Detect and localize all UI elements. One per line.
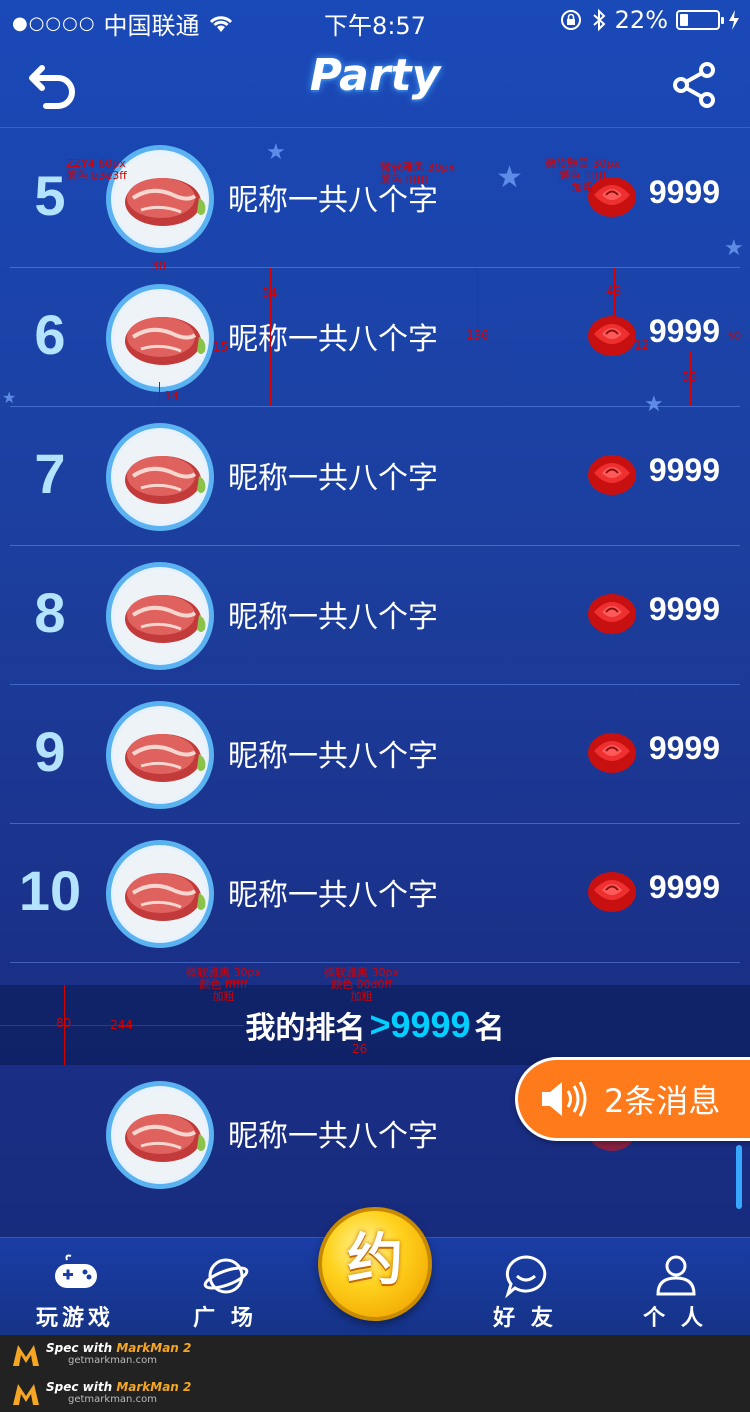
dim-26: 26	[352, 1042, 368, 1056]
annotation-myvalue-font: 微软雅黑 30px 颜色 00d0ff 加粗	[324, 966, 399, 1003]
steak-icon	[125, 317, 206, 365]
person-icon	[656, 1255, 696, 1296]
avatar[interactable]	[106, 840, 214, 948]
avatar[interactable]	[106, 562, 214, 670]
battery-icon	[676, 10, 724, 30]
ranking-row[interactable]: 9 昵称一共八个字 9999	[0, 685, 750, 824]
steak-icon	[125, 734, 206, 782]
dim-30: 30	[151, 259, 167, 273]
messages-button[interactable]: 2条消息	[515, 1057, 750, 1141]
score: 9999	[648, 174, 720, 210]
ranking-row[interactable]: 10 昵称一共八个字 9999	[0, 824, 750, 963]
dim-14: 14	[164, 389, 180, 403]
avatar[interactable]	[106, 701, 214, 809]
gamepad-icon	[55, 1254, 97, 1288]
ranking-row[interactable]: 7 昵称一共八个字 9999	[0, 407, 750, 546]
tab-label: 好 友	[493, 1306, 557, 1331]
nav-bar: Party	[0, 40, 750, 128]
my-rank-value: >9999	[369, 1004, 471, 1045]
my-nickname: 昵称一共八个字	[228, 1119, 438, 1154]
date-center-button[interactable]: 约	[318, 1207, 432, 1321]
rotation-lock-icon	[560, 10, 581, 30]
speaker-icon	[542, 1081, 587, 1117]
rank-number: 7	[34, 442, 66, 505]
battery-fill	[680, 14, 688, 26]
annotation-rank-font: ZZY4 60px 颜色 b3e3ff	[66, 157, 127, 182]
ranking-row[interactable]: 5 昵称一共八个字 9999	[0, 129, 750, 268]
dim-30b: 30	[726, 329, 742, 343]
tab-play-games[interactable]: 玩游戏	[15, 1238, 135, 1335]
rank-number: 9	[34, 720, 66, 783]
rose-icon	[588, 455, 636, 495]
rank-number: 6	[34, 303, 66, 366]
annotation-nick-font: 微软雅黑 30px 颜色 ffffff	[380, 161, 455, 186]
markman-logo-icon	[13, 1384, 39, 1405]
score: 9999	[648, 452, 720, 488]
dim-12: 12	[634, 338, 650, 352]
tab-label: 广 场	[193, 1306, 257, 1331]
markman-footer: Spec with MarkMan 2 getmarkman.com Spec …	[0, 1335, 750, 1412]
avatar[interactable]	[106, 423, 214, 531]
tab-label: 玩游戏	[35, 1306, 114, 1331]
avatar[interactable]	[106, 284, 214, 392]
page-title: Party	[309, 50, 441, 101]
score: 9999	[648, 869, 720, 905]
row-divider	[10, 962, 740, 963]
rose-icon	[588, 872, 636, 912]
ranking-row[interactable]: 8 昵称一共八个字 9999	[0, 546, 750, 685]
markman-logo-icon	[13, 1345, 39, 1366]
steak-icon	[125, 1114, 206, 1162]
score: 9999	[648, 730, 720, 766]
rose-icon	[588, 594, 636, 634]
rose-icon	[588, 316, 636, 356]
steak-icon	[125, 178, 206, 226]
rank-number: 10	[18, 859, 82, 922]
dim-136: 136	[466, 328, 489, 342]
app-screen: ★ ★ ★ ★ ★ ●○○○○ 中国联通 下午8:57 22% Party 5 …	[0, 0, 750, 1335]
nickname: 昵称一共八个字	[228, 322, 438, 357]
markman-badge: Spec with MarkMan 2 getmarkman.com	[12, 1337, 212, 1373]
dim-48: 48	[606, 284, 622, 298]
dim-244: 244	[110, 1018, 133, 1032]
steak-icon	[125, 456, 206, 504]
charging-icon	[729, 10, 739, 30]
nickname: 昵称一共八个字	[228, 878, 438, 913]
nickname: 昵称一共八个字	[228, 461, 438, 496]
annotation-myrank-font: 微软雅黑 30px 颜色 ffffff 加粗	[186, 966, 261, 1003]
dim-54: 54	[262, 286, 278, 300]
avatar[interactable]	[106, 1081, 214, 1189]
steak-icon	[125, 873, 206, 921]
score: 9999	[648, 591, 720, 627]
dim-15: 15	[213, 340, 229, 354]
nickname: 昵称一共八个字	[228, 739, 438, 774]
annotation-score-font: 微软雅黑 30px 颜色 ffffff 加粗	[545, 157, 620, 194]
my-rank-suffix: 名	[474, 1011, 505, 1046]
dim-line	[159, 382, 160, 406]
nickname: 昵称一共八个字	[228, 600, 438, 635]
messages-count: 2条消息	[604, 1082, 721, 1120]
markman-badge: Spec with MarkMan 2 getmarkman.com	[12, 1376, 212, 1412]
chat-bubble-icon	[505, 1255, 547, 1298]
tab-plaza[interactable]: 广 场	[165, 1238, 285, 1335]
bluetooth-icon	[592, 8, 606, 32]
my-rank-label: 我的排名	[245, 1011, 366, 1046]
scrollbar[interactable]	[736, 1145, 742, 1209]
rank-number: 8	[34, 581, 66, 644]
battery-percent: 22%	[614, 6, 668, 34]
planet-icon	[203, 1258, 249, 1294]
dim-80: 80	[56, 1016, 72, 1030]
tab-friends[interactable]: 好 友	[465, 1238, 585, 1335]
status-bar: ●○○○○ 中国联通 下午8:57 22%	[0, 0, 750, 40]
dim-55: 55	[682, 370, 698, 384]
rose-icon	[588, 733, 636, 773]
steak-icon	[125, 595, 206, 643]
tab-label: 个 人	[643, 1306, 707, 1331]
score: 9999	[648, 313, 720, 349]
share-icon[interactable]	[672, 62, 718, 108]
tab-profile[interactable]: 个 人	[615, 1238, 735, 1335]
